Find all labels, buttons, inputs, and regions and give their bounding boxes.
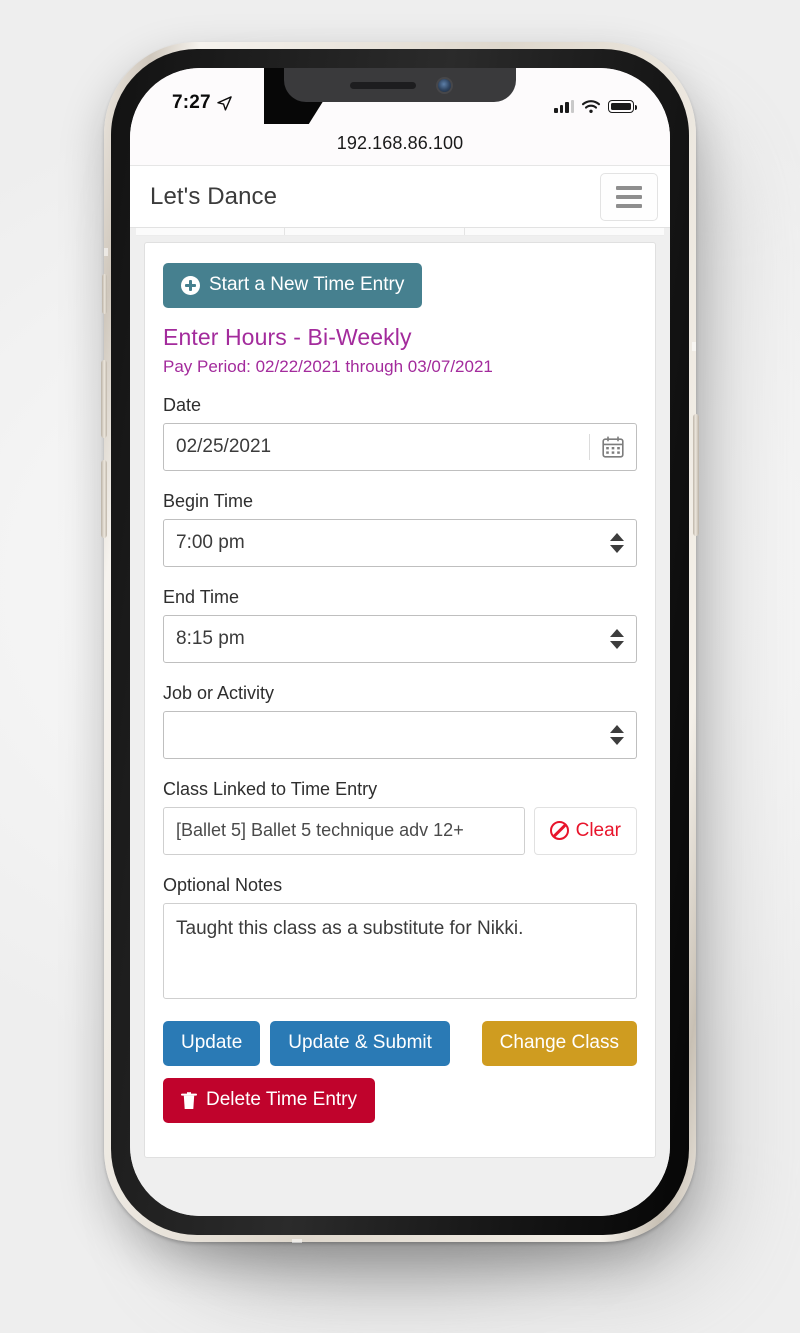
cellular-signal-icon: [554, 100, 574, 113]
power-button[interactable]: [693, 414, 699, 536]
update-and-submit-button[interactable]: Update & Submit: [270, 1020, 450, 1066]
end-time-field-group: End Time 8:15 pm: [163, 587, 637, 663]
optional-notes-textarea[interactable]: Taught this class as a substitute for Ni…: [163, 902, 637, 999]
hamburger-menu-icon[interactable]: [600, 172, 658, 221]
plus-circle-icon: [181, 275, 200, 295]
phone-screen: 7:27 192.168.86.100 Let's Dance Start a …: [130, 68, 670, 1216]
primary-action-row: Update Update & Submit Change Class: [163, 1020, 637, 1066]
end-time-label: End Time: [163, 586, 240, 607]
begin-time-field-group: Begin Time 7:00 pm: [163, 491, 637, 567]
url-text: 192.168.86.100: [336, 133, 464, 153]
date-value: 02/25/2021: [176, 435, 272, 457]
status-bar-right: [554, 99, 637, 114]
delete-time-entry-label: Delete Time Entry: [206, 1088, 357, 1110]
end-time-select[interactable]: 8:15 pm: [163, 614, 637, 663]
front-camera-icon: [437, 78, 451, 92]
clear-class-label: Clear: [575, 819, 621, 841]
job-or-activity-select[interactable]: [163, 710, 637, 759]
status-bar-left: 7:27: [164, 92, 232, 114]
optional-notes-label: Optional Notes: [163, 874, 283, 895]
earpiece-speaker-icon: [349, 81, 416, 89]
status-bar-clock: 7:27: [172, 92, 211, 113]
mute-switch[interactable]: [102, 274, 107, 314]
volume-up-button[interactable]: [101, 360, 107, 438]
stepper-arrows-icon[interactable]: [610, 722, 624, 748]
screenshot-canvas: 7:27 192.168.86.100 Let's Dance Start a …: [0, 0, 800, 1333]
browser-url-bar[interactable]: 192.168.86.100: [130, 122, 670, 166]
antenna-band: [692, 342, 696, 351]
nav-tab-row-clipped[interactable]: [136, 228, 664, 236]
antenna-band: [292, 1239, 302, 1243]
class-linked-value: [Ballet 5] Ballet 5 technique adv 12+: [176, 820, 464, 841]
optional-notes-field-group: Optional Notes Taught this class as a su…: [163, 875, 637, 999]
phone-frame: 7:27 192.168.86.100 Let's Dance Start a …: [101, 42, 699, 1243]
app-navbar: Let's Dance: [130, 166, 670, 228]
begin-time-label: Begin Time: [163, 490, 254, 511]
class-linked-field-group: Class Linked to Time Entry [Ballet 5] Ba…: [163, 779, 637, 855]
clear-class-button[interactable]: Clear: [533, 806, 637, 855]
calendar-icon[interactable]: [602, 436, 624, 458]
time-entry-card: Start a New Time Entry Enter Hours - Bi-…: [144, 242, 656, 1158]
ban-icon: [549, 821, 569, 841]
begin-time-value: 7:00 pm: [176, 531, 245, 553]
battery-icon: [608, 100, 637, 113]
notch: [284, 68, 516, 102]
volume-down-button[interactable]: [101, 460, 107, 538]
stepper-arrows-icon[interactable]: [610, 530, 624, 556]
class-linked-label: Class Linked to Time Entry: [163, 778, 378, 799]
begin-time-select[interactable]: 7:00 pm: [163, 518, 637, 567]
location-arrow-icon: [217, 95, 232, 111]
start-new-time-entry-button[interactable]: Start a New Time Entry: [163, 263, 423, 308]
stepper-arrows-icon[interactable]: [610, 626, 624, 652]
job-or-activity-field-group: Job or Activity: [163, 683, 637, 759]
app-title: Let's Dance: [150, 182, 278, 210]
date-input[interactable]: 02/25/2021: [163, 422, 637, 471]
app-content-scroll[interactable]: Start a New Time Entry Enter Hours - Bi-…: [130, 228, 670, 1216]
antenna-band: [104, 248, 108, 256]
date-field-group: Date 02/25/2021: [163, 395, 637, 471]
delete-time-entry-button[interactable]: Delete Time Entry: [163, 1077, 375, 1123]
class-linked-row: [Ballet 5] Ballet 5 technique adv 12+ Cl…: [163, 806, 637, 855]
job-or-activity-label: Job or Activity: [163, 682, 275, 703]
update-button[interactable]: Update: [163, 1020, 261, 1066]
start-new-time-entry-label: Start a New Time Entry: [209, 274, 405, 295]
pay-period-text: Pay Period: 02/22/2021 through 03/07/202…: [163, 356, 493, 376]
end-time-value: 8:15 pm: [176, 627, 245, 649]
phone-bezel: 7:27 192.168.86.100 Let's Dance Start a …: [111, 49, 689, 1235]
date-label: Date: [163, 394, 202, 415]
change-class-button[interactable]: Change Class: [481, 1020, 637, 1066]
class-linked-input[interactable]: [Ballet 5] Ballet 5 technique adv 12+: [163, 806, 525, 855]
trash-icon: [181, 1091, 197, 1109]
wifi-icon: [581, 100, 601, 113]
divider: [589, 433, 590, 460]
page-title: Enter Hours - Bi-Weekly: [163, 323, 412, 350]
destructive-action-row: Delete Time Entry: [163, 1077, 637, 1123]
